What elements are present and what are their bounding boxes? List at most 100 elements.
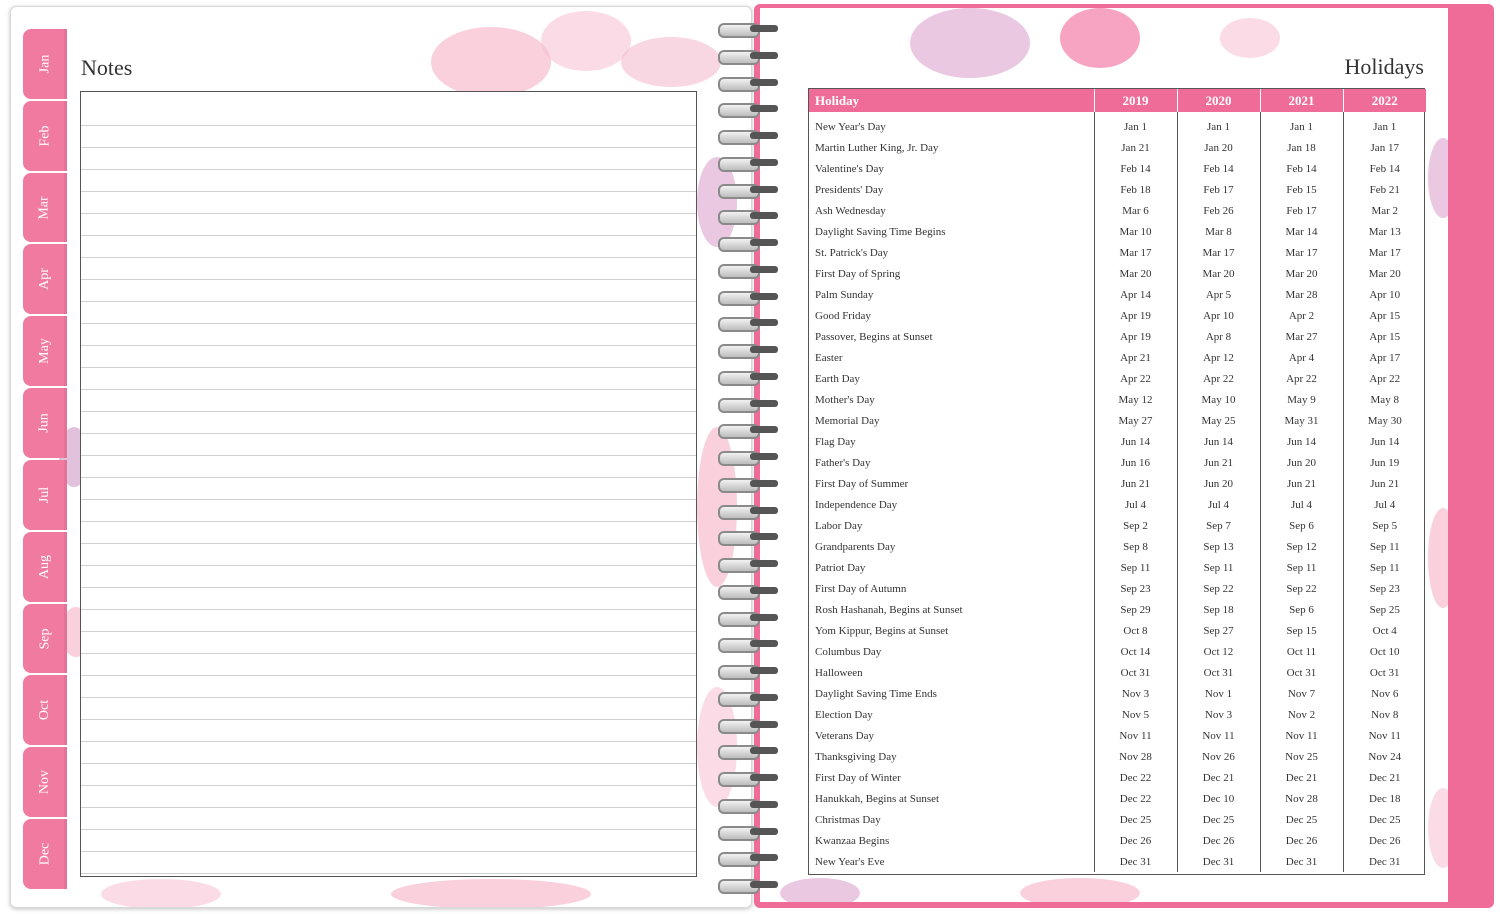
spiral-coil <box>716 76 780 92</box>
date-2019-cell: Apr 19 <box>1094 326 1178 347</box>
table-row: Palm Sunday Apr 14 Apr 5 Mar 28 Apr 10 <box>809 284 1426 305</box>
date-2019-cell: Nov 5 <box>1094 704 1178 725</box>
date-2019-cell: Dec 22 <box>1094 788 1178 809</box>
tab-jul[interactable]: Jul <box>23 459 67 530</box>
tab-sep[interactable]: Sep <box>23 603 67 674</box>
date-2020-cell: Sep 18 <box>1177 599 1261 620</box>
tab-oct[interactable]: Oct <box>23 675 67 746</box>
holiday-name-cell: Earth Day <box>809 368 1095 389</box>
table-row: First Day of Autumn Sep 23 Sep 22 Sep 22 Sep… <box>809 578 1426 599</box>
table-row: Veterans Day Nov 11 Nov 11 Nov 11 Nov 11 <box>809 725 1426 746</box>
notes-lined-area[interactable] <box>80 91 697 877</box>
holiday-name-cell: Thanksgiving Day <box>809 746 1095 767</box>
spiral-coil <box>716 691 780 707</box>
date-2019-cell: Mar 20 <box>1094 263 1178 284</box>
date-2021-cell: Dec 25 <box>1260 809 1344 830</box>
date-2020-cell: Oct 31 <box>1177 662 1261 683</box>
date-2021-cell: Oct 31 <box>1260 662 1344 683</box>
date-2019-cell: Feb 14 <box>1094 158 1178 179</box>
date-2022-cell: Sep 11 <box>1369 561 1400 574</box>
tab-label: Jul <box>37 486 52 504</box>
spiral-coil <box>716 236 780 252</box>
table-row: Christmas Day Dec 25 Dec 25 Dec 25 Dec 25 <box>809 809 1426 830</box>
date-2020-cell: Jun 20 <box>1177 473 1261 494</box>
spiral-coil <box>716 102 780 119</box>
table-row: Earth Day Apr 22 Apr 22 Apr 22 Apr 22 <box>809 368 1426 389</box>
date-2022-cell: Oct 10 <box>1369 645 1400 658</box>
spiral-coil <box>716 744 780 761</box>
table-row: Presidents' Day Feb 18 Feb 17 Feb 15 Feb 21 <box>809 179 1426 200</box>
date-2021-cell: Mar 17 <box>1260 242 1344 263</box>
date-2022-cell: Jun 19 <box>1370 456 1400 469</box>
holiday-name-cell: Independence Day <box>809 494 1095 515</box>
table-row: Yom Kippur, Begins at Sunset Oct 8 Sep 27 S… <box>809 620 1426 641</box>
spiral-coil <box>716 263 780 279</box>
date-2021-cell: Nov 2 <box>1260 704 1344 725</box>
holiday-name-cell: Christmas Day <box>809 809 1095 830</box>
month-tabs: Jan Feb Mar Apr May Jun Jul Aug Sep Oct … <box>23 29 67 891</box>
table-row: Kwanzaa Begins Dec 26 Dec 26 Dec 26 Dec 26 <box>809 830 1426 851</box>
date-2019-cell: Apr 22 <box>1094 368 1178 389</box>
date-2020-cell: Oct 12 <box>1177 641 1261 662</box>
date-2021-cell: Dec 26 <box>1260 830 1344 851</box>
holiday-name-cell: Martin Luther King, Jr. Day <box>809 137 1095 158</box>
date-2021-cell: Apr 2 <box>1260 305 1344 326</box>
spiral-coil <box>716 423 780 440</box>
date-2020-cell: Dec 26 <box>1177 830 1261 851</box>
holiday-name-cell: Passover, Begins at Sunset <box>809 326 1095 347</box>
spiral-coil <box>716 771 780 787</box>
date-2019-cell: Jun 21 <box>1094 473 1178 494</box>
holiday-name-cell: Veterans Day <box>809 725 1095 746</box>
date-2019-cell: May 12 <box>1094 389 1178 410</box>
spiral-coil <box>716 22 780 38</box>
spiral-coil <box>716 718 780 734</box>
date-2019-cell: Dec 25 <box>1094 809 1178 830</box>
tab-nov[interactable]: Nov <box>23 747 67 818</box>
tab-may[interactable]: May <box>23 316 67 387</box>
holiday-name-cell: Grandparents Day <box>809 536 1095 557</box>
holidays-table: Holiday 2019 2020 2021 2022 New Year's D… <box>809 89 1426 872</box>
tab-apr[interactable]: Apr <box>23 244 67 315</box>
table-row: Passover, Begins at Sunset Apr 19 Apr 8 Mar… <box>809 326 1426 347</box>
tab-jun[interactable]: Jun <box>23 388 67 458</box>
tab-label: Jun <box>36 413 52 433</box>
table-row: First Day of Spring Mar 20 Mar 20 Mar 20 Mar… <box>809 263 1426 284</box>
date-2020-cell: Mar 17 <box>1177 242 1261 263</box>
table-row: Columbus Day Oct 14 Oct 12 Oct 11 Oct 10 <box>809 641 1426 662</box>
tab-jan[interactable]: Jan <box>23 29 67 99</box>
spiral-coil <box>716 370 780 386</box>
table-row: Thanksgiving Day Nov 28 Nov 26 Nov 25 Nov 24 <box>809 746 1426 767</box>
date-2021-cell: Sep 12 <box>1260 536 1344 557</box>
date-2019-cell: Dec 22 <box>1094 767 1178 788</box>
date-2019-cell: Nov 11 <box>1094 725 1178 746</box>
holiday-name-cell: First Day of Spring <box>809 263 1095 284</box>
table-row: Flag Day Jun 14 Jun 14 Jun 14 Jun 14 <box>809 431 1426 452</box>
date-2019-cell: Nov 28 <box>1094 746 1178 767</box>
date-2022-cell: Feb 21 <box>1369 183 1400 196</box>
date-2021-cell: Sep 22 <box>1260 578 1344 599</box>
table-row: Grandparents Day Sep 8 Sep 13 Sep 12 Sep 11 <box>809 536 1426 557</box>
date-2019-cell: Oct 31 <box>1094 662 1178 683</box>
holiday-name-cell: First Day of Summer <box>809 473 1095 494</box>
date-2022-cell: Sep 5 <box>1372 519 1398 532</box>
spiral-coil <box>716 851 780 868</box>
date-2022-cell: Sep 25 <box>1369 603 1400 616</box>
tab-aug[interactable]: Aug <box>23 531 67 602</box>
table-row: Daylight Saving Time Ends Nov 3 Nov 1 Nov 7… <box>809 683 1426 704</box>
date-2019-cell: Apr 19 <box>1094 305 1178 326</box>
date-2020-cell: Dec 10 <box>1177 788 1261 809</box>
date-2022-cell: Oct 4 <box>1372 624 1397 637</box>
flower-decoration <box>431 27 551 97</box>
tab-feb[interactable]: Feb <box>23 100 67 171</box>
holiday-name-cell: Patriot Day <box>809 557 1095 578</box>
date-2021-cell: Apr 22 <box>1260 368 1344 389</box>
tab-mar[interactable]: Mar <box>23 172 67 243</box>
date-2019-cell: Dec 26 <box>1094 830 1178 851</box>
date-2022-cell: Jan 1 <box>1373 120 1397 133</box>
table-header-row: Holiday 2019 2020 2021 2022 <box>809 89 1426 112</box>
table-row: Election Day Nov 5 Nov 3 Nov 2 Nov 8 <box>809 704 1426 725</box>
date-2019-cell: Sep 2 <box>1094 515 1178 536</box>
date-2019-cell: Dec 31 <box>1094 851 1178 872</box>
tab-dec[interactable]: Dec <box>23 819 67 889</box>
date-2020-cell: Nov 3 <box>1177 704 1261 725</box>
